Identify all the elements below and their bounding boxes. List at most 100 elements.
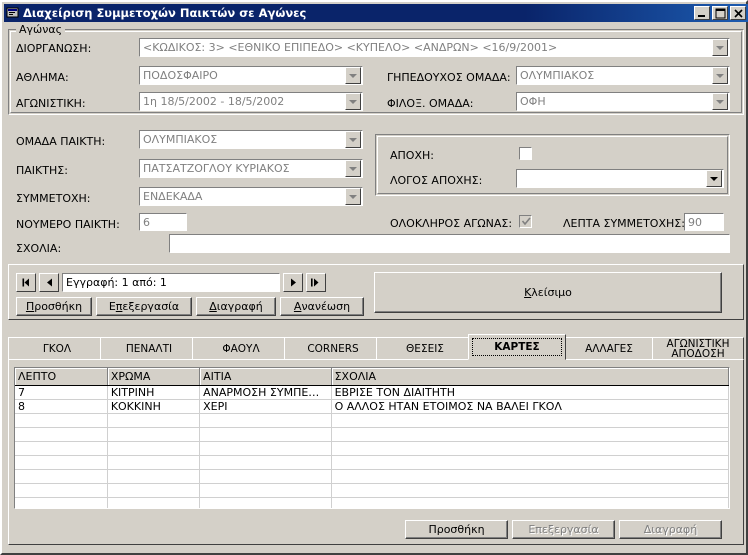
organization-value: <ΚΩΔΙΚΟΣ: 3> <ΕΘΝΙΚΟ ΕΠΙΠΕΔΟ> <ΚΥΠΕΛΟ> <…: [143, 41, 558, 54]
table-row[interactable]: 7 ΚΙΤΡΙΝΗ ΑΝΑΡΜΟΣΗ ΣΥΜΠΕ… ΕΒΡΙΣΕ ΤΟΝ ΔΙΑ…: [15, 385, 729, 400]
grid-delete-button[interactable]: Διαγραφή: [619, 520, 722, 539]
column-header-aitia[interactable]: ΑΙΤΙΑ: [199, 368, 332, 386]
tab-allages[interactable]: ΑΛΛΑΓΕΣ: [560, 337, 658, 359]
player-number-label: ΝΟΥΜΕΡΟ ΠΑΙΚΤΗ:: [16, 218, 120, 231]
minimize-icon[interactable]: [694, 6, 710, 20]
chevron-down-icon[interactable]: [345, 188, 361, 205]
delete-record-label: Διαγραφή: [209, 300, 263, 313]
record-position-field[interactable]: Εγγραφή: 1 από: 1: [62, 273, 280, 292]
window-controls: [694, 6, 746, 20]
grid-add-button[interactable]: Προσθήκη: [405, 520, 508, 539]
table-row-empty[interactable]: [15, 427, 729, 442]
table-row-empty[interactable]: [15, 441, 729, 456]
chevron-down-icon[interactable]: [712, 67, 728, 84]
maximize-icon[interactable]: [712, 6, 728, 20]
tab-strip: ΓΚΟΛ ΠΕΝΑΛΤΙ ΦΑΟΥΛ CORNERS ΘΕΣΕΙΣ ΚΑΡΤΕΣ…: [8, 333, 744, 361]
checkmark-icon: [521, 216, 532, 230]
chevron-down-icon[interactable]: [345, 67, 361, 84]
cell-aitia[interactable]: ΑΝΑΡΜΟΣΗ ΣΥΜΠΕ…: [199, 385, 332, 400]
chevron-down-icon[interactable]: [712, 93, 728, 110]
next-record-icon: [290, 278, 296, 287]
cell-lepto[interactable]: 7: [15, 385, 108, 400]
add-record-label: Προσθήκη: [25, 300, 83, 313]
grid-delete-label: Διαγραφή: [643, 523, 698, 536]
table-row-empty[interactable]: [15, 413, 729, 428]
previous-record-icon: [46, 278, 52, 287]
cell-aitia[interactable]: ΧΕΡΙ: [199, 399, 332, 414]
close-icon[interactable]: [730, 6, 746, 20]
absence-label: ΑΠΟΧΗ:: [390, 149, 434, 162]
edit-record-label: Επεξεργασία: [108, 300, 180, 313]
chevron-down-icon[interactable]: [345, 131, 361, 148]
tab-faoul[interactable]: ΦΑΟΥΛ: [192, 337, 290, 359]
minutes-label: ΛΕΠΤΑ ΣΥΜΜΕΤΟΧΗΣ:: [563, 217, 685, 230]
table-row[interactable]: 8 ΚΟΚΚΙΝΗ ΧΕΡΙ Ο ΑΛΛΟΣ ΗΤΑΝ ΕΤΟΙΜΟΣ ΝΑ Β…: [15, 399, 729, 414]
minutes-field[interactable]: 90: [684, 213, 724, 231]
cell-xroma[interactable]: ΚΟΚΚΙΝΗ: [107, 399, 201, 414]
close-button[interactable]: Κλείσιμο: [374, 272, 722, 313]
chevron-down-icon[interactable]: [345, 160, 361, 177]
tab-label: CORNERS: [307, 342, 359, 355]
grid-add-label: Προσθήκη: [428, 523, 485, 536]
player-number-field[interactable]: 6: [139, 213, 187, 231]
chevron-down-icon[interactable]: [712, 39, 728, 56]
tab-corners[interactable]: CORNERS: [284, 337, 382, 359]
cards-grid[interactable]: ΛΕΠΤΟ ΧΡΩΜΑ ΑΙΤΙΑ ΣΧΟΛΙΑ 7 ΚΙΤΡΙΝΗ ΑΝΑΡΜ…: [14, 367, 730, 509]
last-record-icon: [310, 278, 318, 287]
grid-header-row: ΛΕΠΤΟ ΧΡΩΜΑ ΑΙΤΙΑ ΣΧΟΛΙΑ: [15, 368, 729, 386]
cell-lepto[interactable]: 8: [15, 399, 108, 414]
matchday-value: 1η 18/5/2002 - 18/5/2002: [143, 95, 285, 108]
tab-theseis[interactable]: ΘΕΣΕΙΣ: [376, 337, 474, 359]
grid-edit-button[interactable]: Επεξεργασία: [512, 520, 615, 539]
matchday-label: ΑΓΩΝΙΣΤΙΚΗ:: [16, 97, 86, 110]
chevron-down-icon[interactable]: [345, 93, 361, 110]
tab-gkol[interactable]: ΓΚΟΛ: [8, 337, 106, 359]
player-combo[interactable]: ΠΑΤΣΑΤΖΟΓΛΟΥ ΚΥΡΙΑΚΟΣ: [139, 159, 363, 178]
tab-kartes[interactable]: ΚΑΡΤΕΣ: [468, 334, 566, 360]
table-row-empty[interactable]: [15, 483, 729, 498]
comments-field[interactable]: [169, 234, 730, 253]
title-bar: Διαχείριση Συμμετοχών Παικτών σε Αγώνες: [4, 4, 748, 22]
player-team-combo[interactable]: ΟΛΥΜΠΙΑΚΟΣ: [139, 130, 363, 149]
full-match-label: ΟΛΟΚΛΗΡΟΣ ΑΓΩΝΑΣ:: [390, 217, 513, 230]
tab-label: ΦΑΟΥΛ: [222, 342, 260, 355]
participation-combo[interactable]: ΕΝΔΕΚΑΔΑ: [139, 187, 363, 206]
cell-sxolia[interactable]: ΕΒΡΙΣΕ ΤΟΝ ΔΙΑΙΤΗΤΗ: [331, 385, 729, 400]
tab-agonistiki-apodosi[interactable]: ΑΓΩΝΙΣΤΙΚΗ ΑΠΟΔΟΣΗ: [652, 337, 744, 359]
matchday-combo[interactable]: 1η 18/5/2002 - 18/5/2002: [139, 92, 363, 111]
home-team-combo[interactable]: ΟΛΥΜΠΙΑΚΟΣ: [516, 66, 730, 85]
match-groupbox-legend: Αγώνας: [16, 23, 66, 36]
record-position-text: Εγγραφή: 1 από: 1: [66, 276, 167, 289]
column-header-xroma[interactable]: ΧΡΩΜΑ: [107, 368, 201, 386]
table-row-empty[interactable]: [15, 497, 729, 508]
absence-checkbox[interactable]: [519, 147, 532, 160]
home-team-label: ΓΗΠΕΔΟΥΧΟΣ ΟΜΑΔΑ:: [387, 71, 511, 84]
column-header-lepto[interactable]: ΛΕΠΤΟ: [15, 368, 108, 386]
last-record-button[interactable]: [306, 273, 326, 292]
comments-label: ΣΧΟΛΙΑ:: [16, 242, 62, 255]
organization-combo[interactable]: <ΚΩΔΙΚΟΣ: 3> <ΕΘΝΙΚΟ ΕΠΙΠΕΔΟ> <ΚΥΠΕΛΟ> <…: [139, 38, 730, 57]
player-label: ΠΑΙΚΤΗΣ:: [16, 164, 68, 177]
cell-sxolia[interactable]: Ο ΑΛΛΟΣ ΗΤΑΝ ΕΤΟΙΜΟΣ ΝΑ ΒΑΛΕΙ ΓΚΟΛ: [331, 399, 729, 414]
sport-combo[interactable]: ΠΟΔΟΣΦΑΙΡΟ: [139, 66, 363, 85]
edit-record-button[interactable]: Επεξεργασία: [96, 297, 192, 316]
next-record-button[interactable]: [283, 273, 303, 292]
previous-record-button[interactable]: [39, 273, 59, 292]
away-team-combo[interactable]: ΟΦΗ: [516, 92, 730, 111]
tab-label: ΠΕΝΑΛΤΙ: [125, 342, 173, 355]
refresh-record-button[interactable]: Ανανέωση: [280, 297, 364, 316]
tab-penalti[interactable]: ΠΕΝΑΛΤΙ: [100, 337, 198, 359]
chevron-down-icon[interactable]: [706, 170, 722, 187]
home-team-value: ΟΛΥΜΠΙΑΚΟΣ: [520, 69, 595, 82]
cell-xroma[interactable]: ΚΙΤΡΙΝΗ: [107, 385, 201, 400]
form-icon: [6, 6, 20, 20]
table-row-empty[interactable]: [15, 455, 729, 470]
add-record-button[interactable]: Προσθήκη: [16, 297, 92, 316]
first-record-button[interactable]: [16, 273, 36, 292]
absence-reason-label: ΛΟΓΟΣ ΑΠΟΧΗΣ:: [390, 174, 483, 187]
column-header-sxolia[interactable]: ΣΧΟΛΙΑ: [331, 368, 729, 386]
table-row-empty[interactable]: [15, 469, 729, 484]
full-match-checkbox[interactable]: [519, 215, 532, 228]
absence-reason-combo[interactable]: [516, 169, 724, 188]
delete-record-button[interactable]: Διαγραφή: [196, 297, 276, 316]
